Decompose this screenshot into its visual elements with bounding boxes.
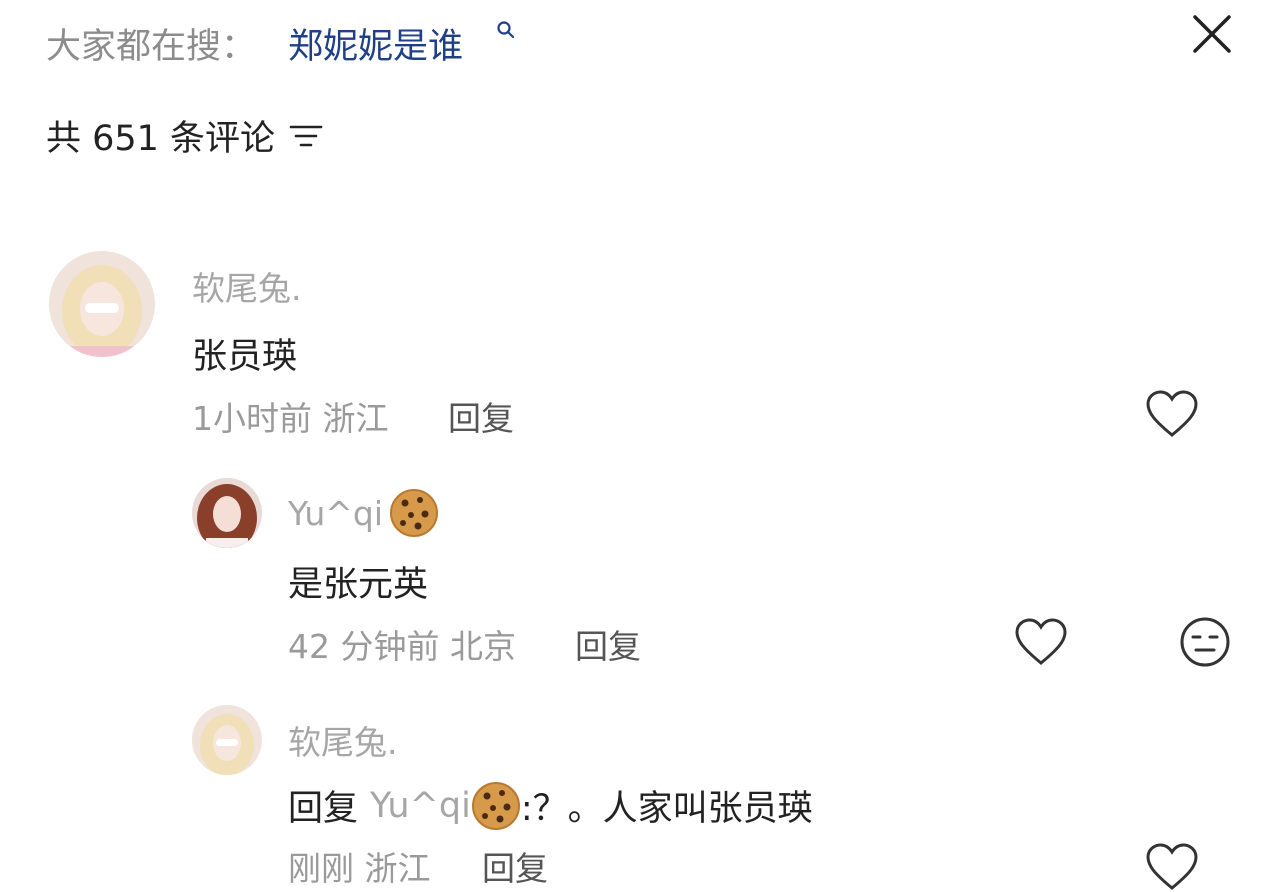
- comment-content: 张员瑛: [192, 337, 298, 377]
- comment-meta: 1小时前 浙江: [192, 392, 389, 440]
- comment-time: 刚刚: [288, 849, 354, 888]
- cookie-emoji-icon: [390, 489, 439, 537]
- comment-username-row: Yu^qi: [288, 488, 439, 538]
- sort-icon[interactable]: [289, 122, 323, 150]
- comment-time: 1小时前: [192, 399, 312, 438]
- heart-icon[interactable]: [1145, 389, 1199, 439]
- reply-button[interactable]: 回复: [482, 842, 548, 890]
- comment-content: 是张元英: [288, 565, 429, 605]
- comment-username[interactable]: Yu^qi: [288, 494, 383, 533]
- reply-text: :？。人家叫张员瑛: [520, 789, 813, 829]
- avatar[interactable]: [192, 705, 262, 775]
- reply-prefix: 回复: [288, 789, 359, 829]
- search-suggestion-prefix: 大家都在搜：: [46, 27, 257, 67]
- search-suggestion-term[interactable]: 郑妮妮是谁: [288, 18, 463, 69]
- close-icon[interactable]: [1190, 12, 1234, 56]
- comment-location: 北京: [449, 627, 516, 666]
- comment-meta: 刚刚 浙江: [288, 842, 431, 890]
- comment-count-label: 共 651 条评论: [46, 119, 276, 159]
- comment-location: 浙江: [322, 399, 389, 438]
- comment-username[interactable]: 软尾兔.: [288, 716, 398, 764]
- search-icon[interactable]: [496, 20, 516, 40]
- reply-button[interactable]: 回复: [575, 620, 641, 668]
- avatar[interactable]: [192, 478, 262, 548]
- comment-meta: 42 分钟前 北京: [288, 620, 516, 668]
- avatar[interactable]: [49, 251, 155, 357]
- heart-icon[interactable]: [1014, 617, 1068, 667]
- comment-time: 42 分钟前: [288, 627, 440, 666]
- reply-target-username[interactable]: Yu^qi: [370, 786, 471, 826]
- comment-count-header: 共 651 条评论: [46, 110, 323, 161]
- neutral-face-emoji-icon[interactable]: [1179, 616, 1231, 668]
- reply-button[interactable]: 回复: [448, 392, 514, 440]
- cookie-emoji-icon: [471, 781, 520, 830]
- comment-content: 回复 Yu^qi :？。人家叫张员瑛: [288, 780, 813, 831]
- comment-username[interactable]: 软尾兔.: [192, 262, 302, 310]
- heart-icon[interactable]: [1145, 842, 1199, 892]
- comment-location: 浙江: [364, 849, 431, 888]
